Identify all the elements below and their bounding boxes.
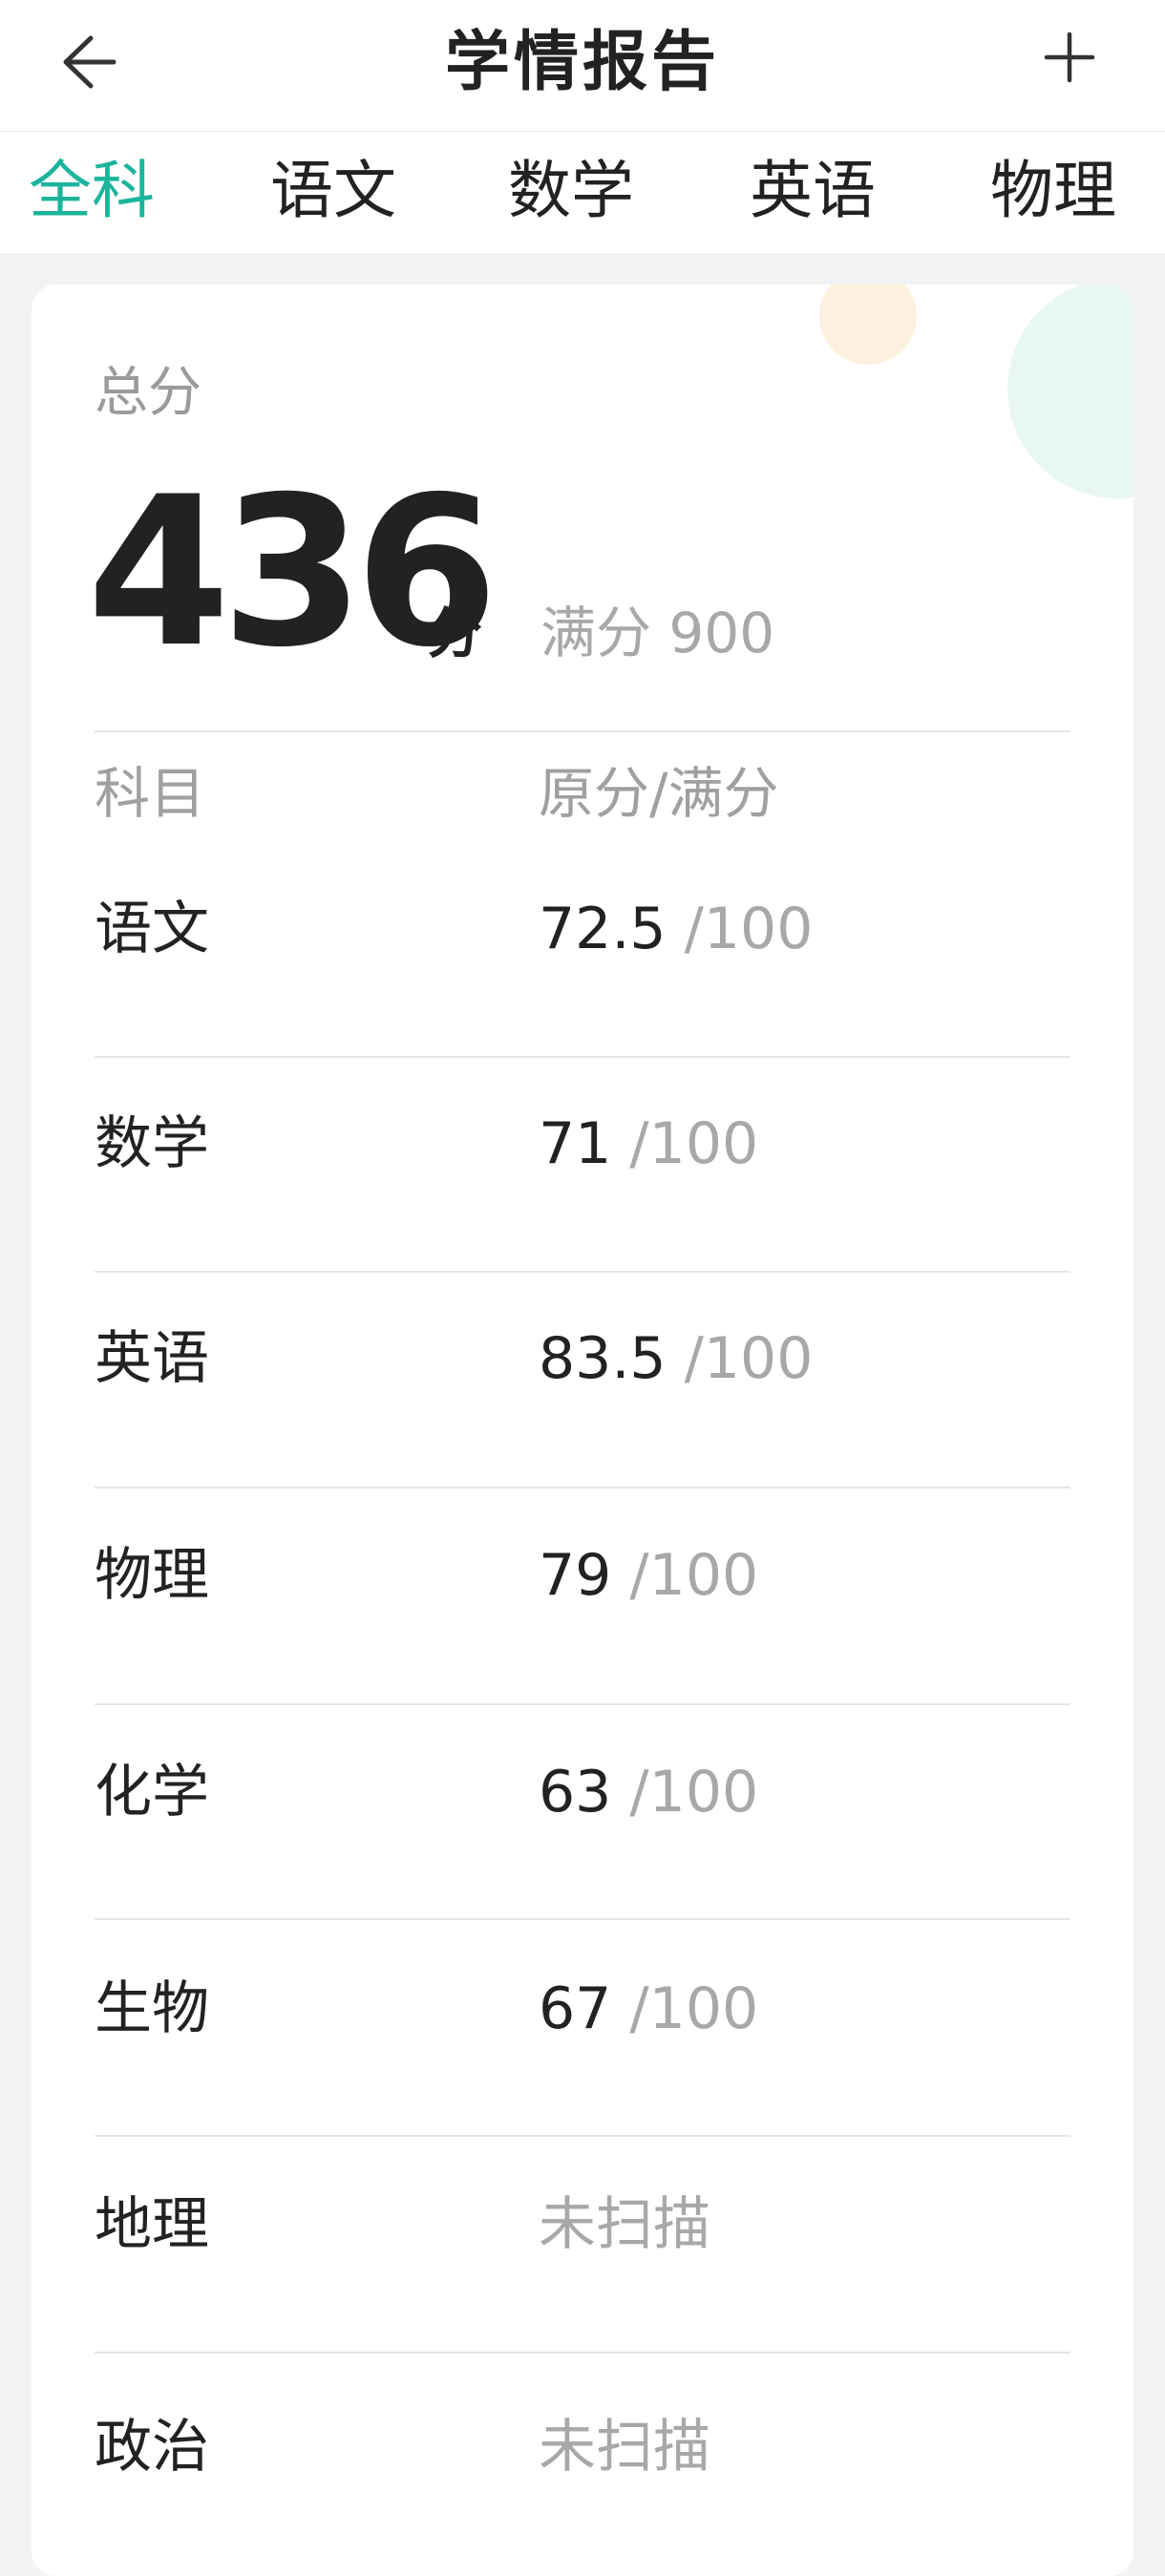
subject-status: 未扫描 <box>539 2191 710 2258</box>
tab-math[interactable]: 数学 <box>508 153 634 229</box>
score-max: /100 <box>611 1975 759 2042</box>
subject-score: 72.5 /100 <box>539 896 813 962</box>
page-title: 学情报告 <box>444 25 720 100</box>
table-row[interactable]: 化学 63 /100 <box>32 1759 1133 1973</box>
tab-chinese[interactable]: 语文 <box>270 153 396 229</box>
table-row[interactable]: 地理 未扫描 <box>32 2191 1133 2405</box>
divider <box>95 1056 1070 1058</box>
score-value: 83.5 <box>539 1325 667 1392</box>
subject-score: 79 /100 <box>539 1542 758 1609</box>
decorative-circle-green <box>1007 285 1133 498</box>
subject-name: 政治 <box>95 2414 209 2481</box>
score-value: 71 <box>539 1110 612 1177</box>
table-row[interactable]: 物理 79 /100 <box>32 1542 1133 1756</box>
table-row[interactable]: 政治 未扫描 <box>32 2414 1133 2576</box>
score-max: /100 <box>666 896 814 962</box>
table-row[interactable]: 英语 83.5 /100 <box>32 1325 1133 1539</box>
subject-name: 化学 <box>95 1759 209 1826</box>
subject-status: 未扫描 <box>539 2414 710 2481</box>
score-value: 72.5 <box>539 896 667 962</box>
score-max: /100 <box>666 1325 814 1392</box>
score-max: /100 <box>611 1759 759 1826</box>
divider <box>95 1918 1070 1920</box>
tab-all[interactable]: 全科 <box>29 153 155 229</box>
divider <box>95 730 1070 732</box>
subject-tabs: 全科 语文 数学 英语 物理 <box>0 131 1165 253</box>
subject-score: 83.5 /100 <box>539 1325 813 1392</box>
report-card: 总分 436 分 满分 900 科目 原分/满分 语文 72.5 /100 数学… <box>32 285 1133 2576</box>
divider <box>95 1271 1070 1273</box>
full-score-text: 满分 900 <box>540 601 775 665</box>
subject-name: 地理 <box>95 2191 209 2258</box>
tab-english[interactable]: 英语 <box>750 153 876 229</box>
divider <box>95 1487 1070 1489</box>
divider <box>95 2135 1070 2137</box>
column-header-score: 原分/满分 <box>539 761 779 826</box>
tab-physics[interactable]: 物理 <box>990 153 1116 229</box>
subject-score: 63 /100 <box>539 1759 758 1826</box>
table-row[interactable]: 数学 71 /100 <box>32 1110 1133 1324</box>
table-row[interactable]: 语文 72.5 /100 <box>32 896 1133 1109</box>
score-value: 79 <box>539 1542 612 1609</box>
subject-score: 71 /100 <box>539 1110 758 1177</box>
score-value: 63 <box>539 1759 612 1826</box>
score-max: /100 <box>611 1542 759 1609</box>
score-value: 67 <box>539 1975 612 2042</box>
plus-icon[interactable] <box>1039 27 1100 88</box>
subject-score: 67 /100 <box>539 1975 758 2042</box>
subject-name: 英语 <box>95 1325 209 1392</box>
subject-name: 生物 <box>95 1975 209 2042</box>
divider <box>95 1703 1070 1705</box>
subject-name: 语文 <box>95 896 209 962</box>
top-bar: 学情报告 <box>0 0 1165 131</box>
subject-name: 数学 <box>95 1110 209 1177</box>
table-row[interactable]: 生物 67 /100 <box>32 1975 1133 2189</box>
divider <box>95 2352 1070 2354</box>
score-max: /100 <box>611 1110 759 1177</box>
subject-name: 物理 <box>95 1542 209 1609</box>
total-score-label: 总分 <box>95 362 201 424</box>
total-score-unit: 分 <box>427 601 483 665</box>
decorative-circle-orange <box>819 285 917 365</box>
column-header-subject: 科目 <box>95 761 206 826</box>
